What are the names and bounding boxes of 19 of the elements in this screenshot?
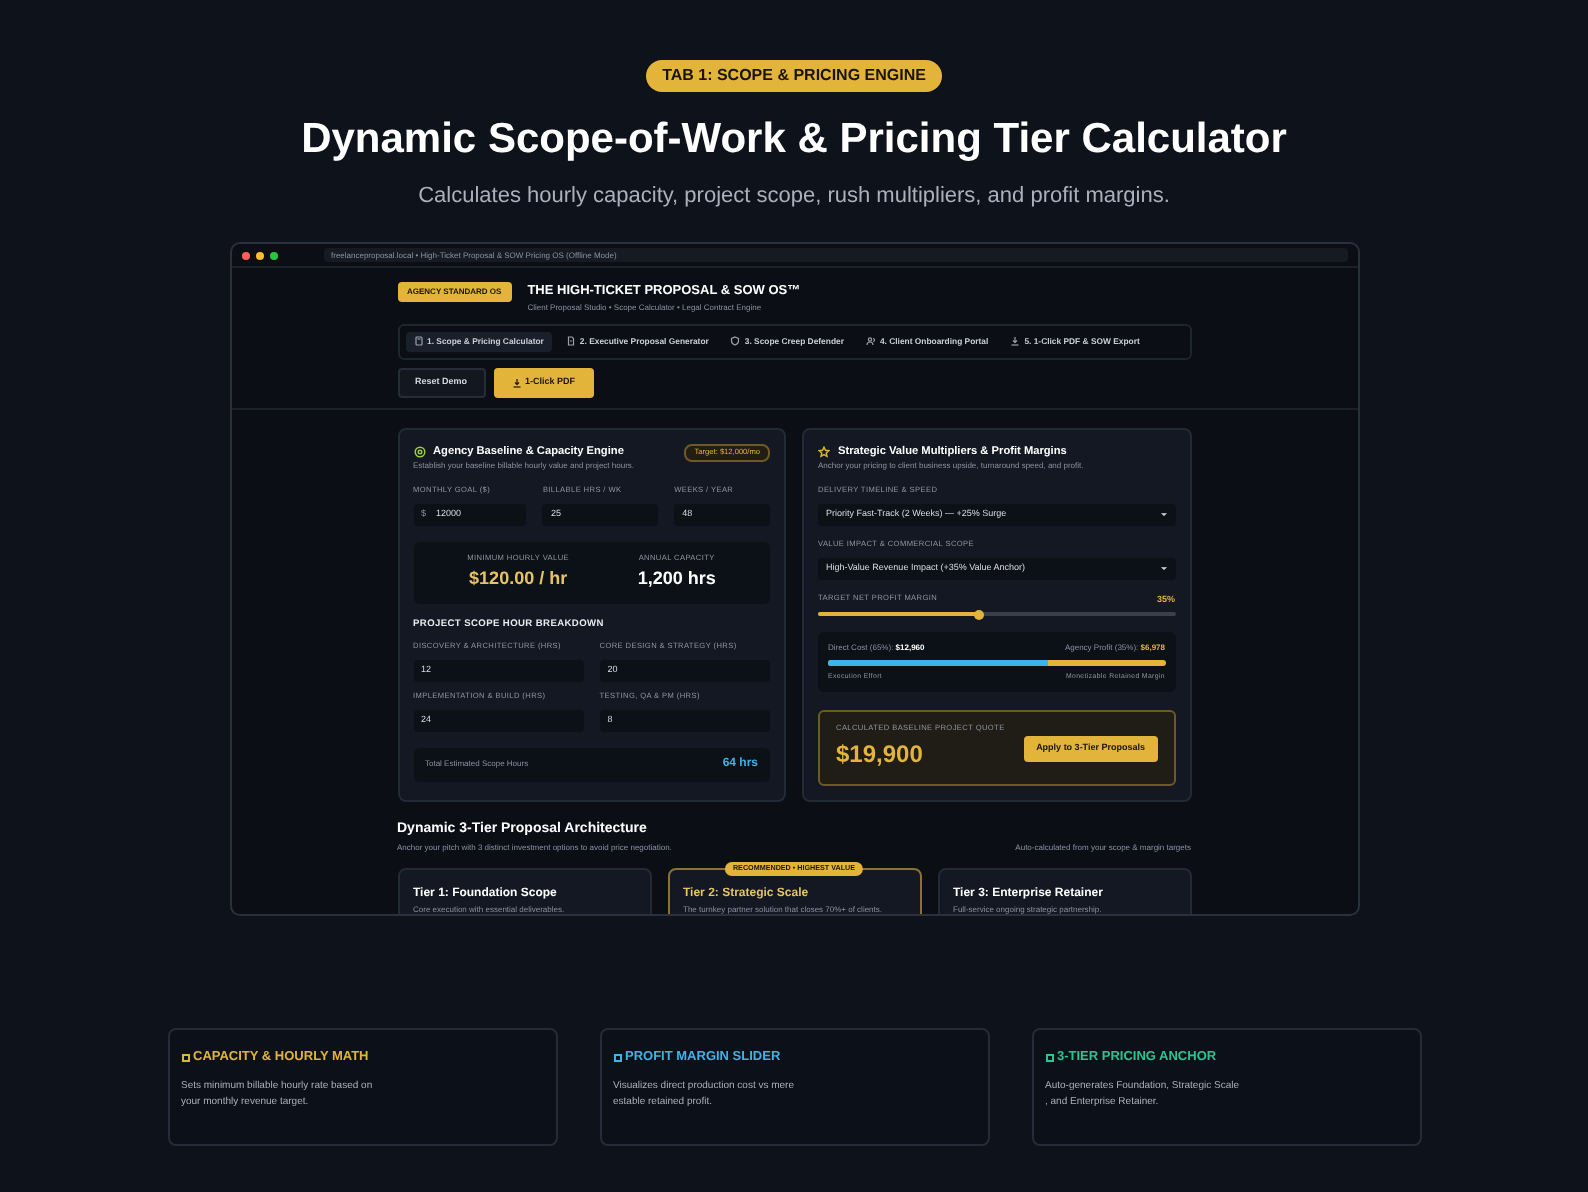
quote-value: $19,900 (836, 738, 925, 773)
minimize-button[interactable] (255, 251, 263, 259)
metric-value: $120.00 / hr (467, 565, 569, 592)
margin-slider[interactable] (818, 612, 1175, 617)
page-title: Dynamic Scope-of-Work & Pricing Tier Calculator (299, 114, 1289, 166)
download-icon (511, 377, 522, 388)
target-icon (413, 445, 425, 458)
page-badge: TAB 1: SCOPE & PRICING ENGINE (646, 60, 942, 92)
document-icon (565, 336, 576, 347)
star-icon (818, 445, 830, 458)
calculator-icon (413, 336, 423, 347)
download-icon (1010, 336, 1021, 347)
close-button[interactable] (241, 251, 249, 259)
maximize-button[interactable] (269, 251, 277, 259)
page-subtitle: Calculates hourly capacity, project scope, rush multipliers, and profit margins. (416, 181, 1172, 211)
shield-icon (730, 336, 741, 347)
people-icon (865, 336, 876, 347)
metric-value: 1,200 hrs (637, 565, 716, 592)
slider-thumb[interactable] (973, 609, 984, 620)
